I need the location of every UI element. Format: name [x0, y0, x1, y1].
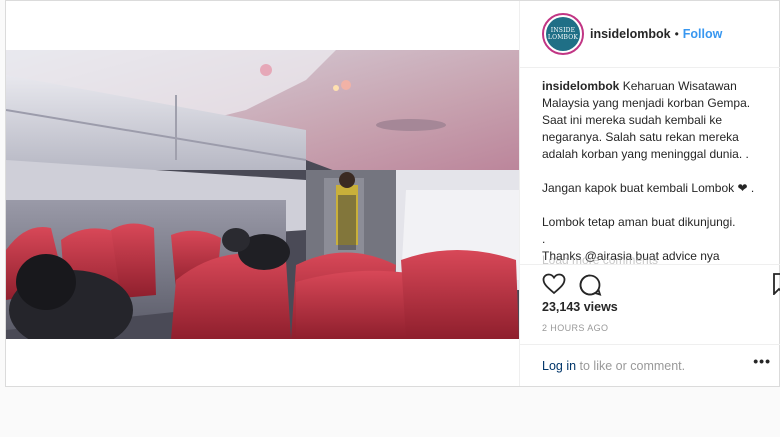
comment-prompt: Log in to like or comment. — [520, 344, 780, 386]
post-sidebar: INSIDE LOMBOK insidelombok • Follow insi… — [519, 1, 780, 386]
comment-icon[interactable] — [578, 273, 602, 302]
caption-line: . — [542, 232, 546, 246]
caption-username[interactable]: insidelombok — [542, 79, 619, 93]
follow-button[interactable]: Follow — [683, 27, 723, 41]
username-link[interactable]: insidelombok — [590, 27, 671, 41]
avatar-logo-text: INSIDE LOMBOK — [547, 27, 579, 41]
bookmark-icon[interactable] — [773, 273, 780, 300]
action-bar — [520, 264, 780, 304]
view-count[interactable]: 23,143 views — [542, 300, 618, 314]
avatar-logo: INSIDE LOMBOK — [546, 17, 580, 51]
instagram-post: INSIDE LOMBOK insidelombok • Follow insi… — [5, 0, 780, 387]
caption-line: Lombok tetap aman buat dikunjungi. — [542, 215, 736, 229]
caption-line: insidelombok Keharuan Wisatawan Malaysia… — [542, 78, 772, 163]
more-options-icon[interactable]: ••• — [753, 353, 771, 369]
caption-line: Jangan kapok buat kembali Lombok ❤ . — [542, 181, 755, 195]
page: INSIDE LOMBOK insidelombok • Follow insi… — [0, 0, 780, 437]
post-header: INSIDE LOMBOK insidelombok • Follow — [520, 1, 780, 68]
video-player[interactable] — [6, 50, 519, 339]
post-timestamp[interactable]: 2 HOURS AGO — [542, 323, 608, 333]
avatar[interactable]: INSIDE LOMBOK — [542, 13, 584, 55]
caption-line — [542, 163, 772, 180]
heart-icon[interactable] — [542, 273, 566, 300]
caption-line — [542, 197, 772, 214]
separator-dot: • — [674, 27, 679, 41]
comment-prompt-text: to like or comment. — [576, 358, 686, 373]
airplane-cabin-video-frame — [6, 50, 519, 339]
login-link[interactable]: Log in — [542, 359, 576, 373]
post-media — [6, 1, 519, 386]
caption: insidelombok Keharuan Wisatawan Malaysia… — [542, 78, 772, 263]
